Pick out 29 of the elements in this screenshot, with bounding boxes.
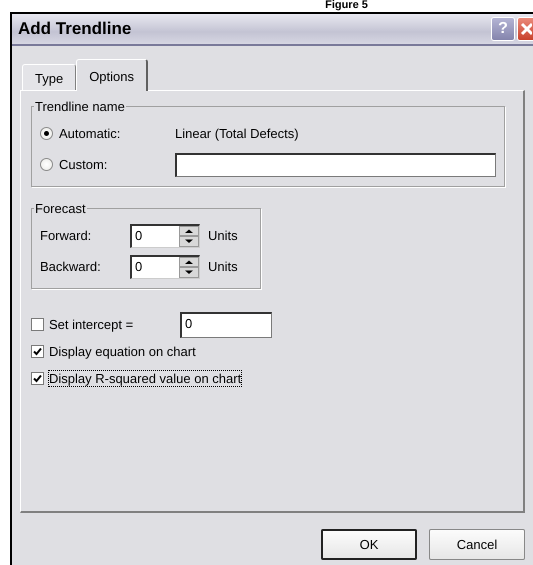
dialog-button[interactable]: Cancel xyxy=(429,529,525,560)
trendline-name-text: Linear (Total Defects) xyxy=(175,126,299,141)
radio-label[interactable]: Custom: xyxy=(59,157,169,172)
tab[interactable]: Type xyxy=(22,64,76,90)
field-label: Backward: xyxy=(40,259,102,274)
group-title: Forecast xyxy=(34,201,87,216)
unit-label: Units xyxy=(208,259,238,274)
checkbox-label[interactable]: Display equation on chart xyxy=(49,344,196,359)
radio-button[interactable] xyxy=(40,127,53,140)
close-icon xyxy=(520,22,532,36)
group-title: Trendline name xyxy=(34,99,126,114)
checkbox-label[interactable]: Display R-squared value on chart xyxy=(49,371,242,386)
tab[interactable]: Options xyxy=(76,59,148,91)
checkbox[interactable] xyxy=(31,318,44,331)
input-field[interactable]: 0 xyxy=(180,312,272,338)
dialog-button[interactable]: OK xyxy=(321,529,417,560)
input-field[interactable] xyxy=(175,152,496,176)
checkbox-label[interactable]: Set intercept = xyxy=(49,317,175,332)
radio-label[interactable]: Automatic: xyxy=(59,126,169,141)
field-label: Forward: xyxy=(40,228,92,243)
window-title: Add Trendline xyxy=(18,19,132,39)
spin-box[interactable]: 0 xyxy=(130,254,200,278)
checkbox[interactable] xyxy=(31,345,44,358)
close-button[interactable] xyxy=(517,17,533,41)
checkbox[interactable] xyxy=(31,372,44,385)
figure-caption: Figure 5 xyxy=(325,0,368,12)
radio-button[interactable] xyxy=(40,158,53,171)
unit-label: Units xyxy=(208,228,238,243)
spin-box[interactable]: 0 xyxy=(130,224,200,248)
